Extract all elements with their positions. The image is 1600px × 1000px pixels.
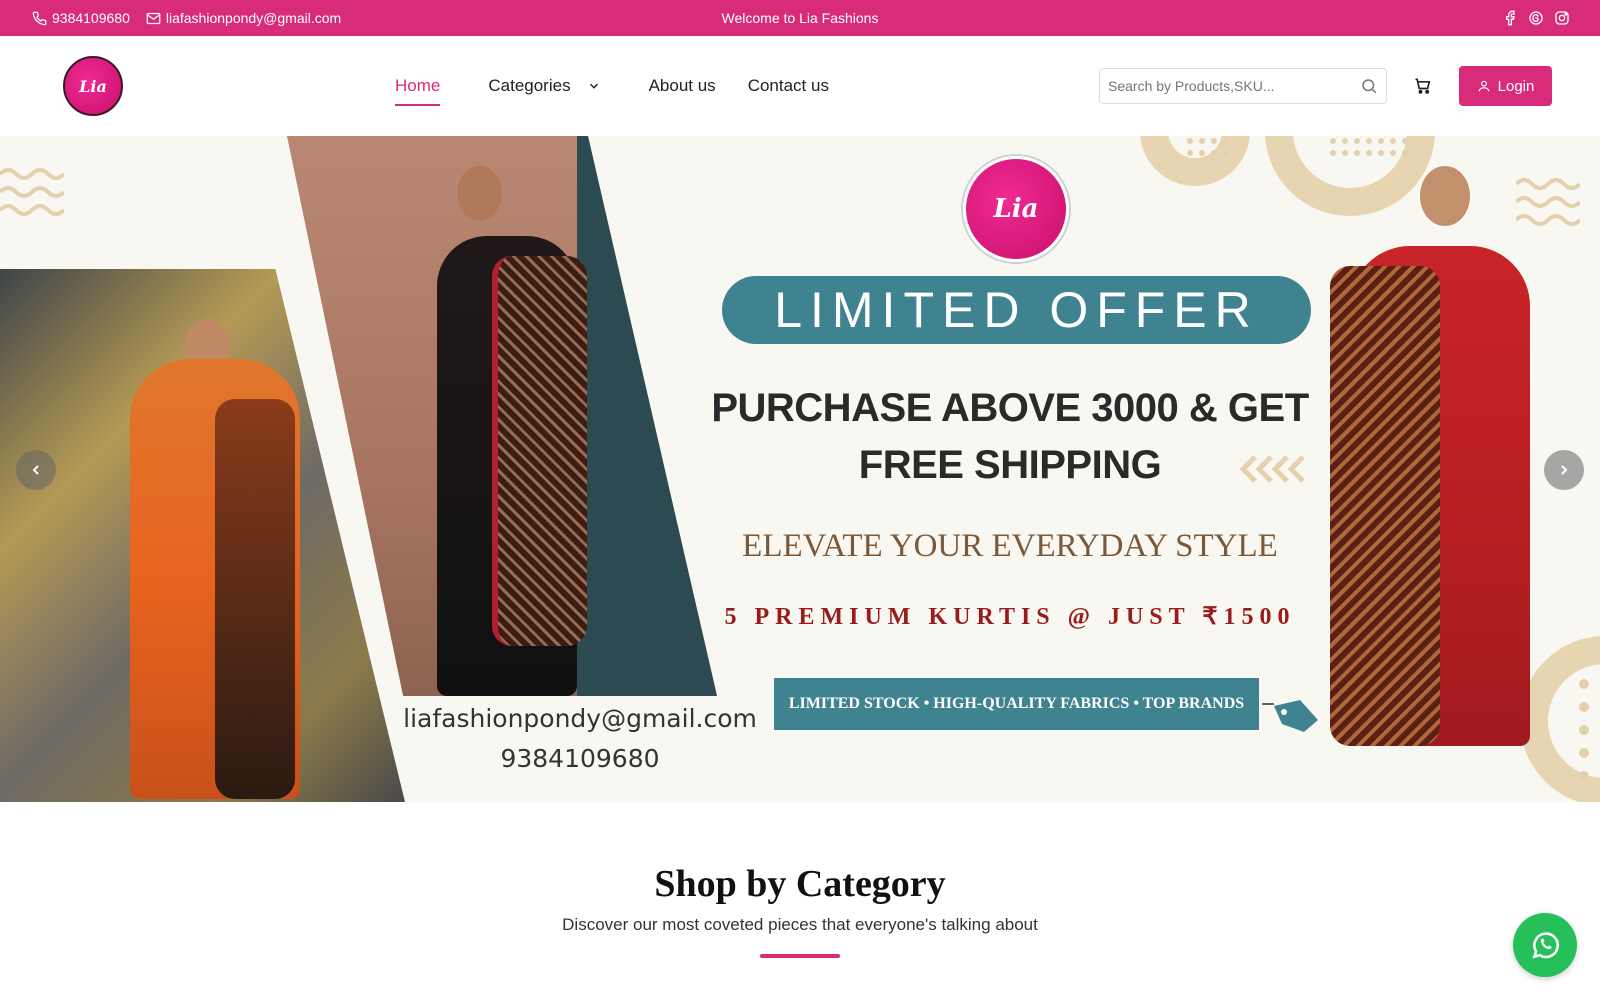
hero-banner: liafashionpondy@gmail.com 9384109680 Lia… bbox=[0, 136, 1600, 802]
welcome-message: Welcome to Lia Fashions bbox=[721, 10, 879, 26]
phone-link[interactable]: 9384109680 bbox=[32, 10, 130, 26]
section-subtitle: Discover our most coveted pieces that ev… bbox=[562, 915, 1038, 934]
chevrons-decoration bbox=[1239, 455, 1305, 483]
nav-home-label: Home bbox=[395, 76, 441, 95]
phone-text: 9384109680 bbox=[52, 10, 130, 26]
nav-about-label: About us bbox=[648, 76, 716, 95]
dots-decoration bbox=[1579, 679, 1589, 781]
offer-text: LIMITED OFFER bbox=[774, 282, 1259, 338]
login-label: Login bbox=[1497, 77, 1535, 95]
email-link[interactable]: liafashionpondy@gmail.com bbox=[146, 10, 341, 26]
user-icon bbox=[1478, 80, 1489, 92]
search-icon[interactable] bbox=[1360, 77, 1378, 95]
contact-info: 9384109680 liafashionpondy@gmail.com bbox=[32, 0, 341, 36]
banner-logo: Lia bbox=[963, 156, 1069, 262]
model-dupatta bbox=[215, 399, 295, 799]
premium-offer: 5 PREMIUM KURTIS @ JUST ₹1500 bbox=[724, 604, 1296, 630]
section-title: Shop by Category bbox=[654, 863, 946, 905]
model-head bbox=[457, 166, 502, 221]
wave-decoration bbox=[0, 168, 64, 216]
chevron-left-icon bbox=[32, 465, 39, 475]
nav-categories-label: Categories bbox=[488, 76, 571, 95]
model-shawl bbox=[1330, 266, 1440, 746]
main-nav: Home Categories About us Contact us bbox=[395, 36, 861, 136]
chevron-down-icon bbox=[589, 83, 598, 89]
main-header: Lia Home Categories About us Contact us … bbox=[0, 36, 1600, 136]
whatsapp-icon bbox=[1532, 932, 1560, 959]
logo-text: Lia bbox=[79, 76, 107, 96]
carousel-next-button[interactable] bbox=[1544, 450, 1584, 490]
dots-decoration bbox=[1187, 138, 1229, 156]
instagram-icon[interactable] bbox=[1554, 10, 1570, 26]
model-shawl bbox=[492, 256, 587, 646]
banner-logo-text: Lia bbox=[993, 194, 1039, 224]
banner-email: liafashionpondy@gmail.com bbox=[403, 704, 757, 733]
section-divider bbox=[760, 954, 840, 958]
chevron-right-icon bbox=[1561, 465, 1568, 475]
social-links bbox=[1502, 0, 1570, 36]
cart-icon[interactable] bbox=[1413, 76, 1433, 96]
email-text: liafashionpondy@gmail.com bbox=[165, 10, 342, 26]
search-box bbox=[1099, 68, 1387, 104]
stock-text: LIMITED STOCK • HIGH-QUALITY FABRICS • T… bbox=[788, 695, 1245, 712]
site-logo[interactable]: Lia bbox=[63, 56, 123, 116]
top-bar: 9384109680 liafashionpondy@gmail.com Wel… bbox=[0, 0, 1600, 36]
model-head bbox=[1420, 166, 1470, 226]
carousel-prev-button[interactable] bbox=[16, 450, 56, 490]
nav-about[interactable]: About us bbox=[649, 76, 716, 96]
nav-contact[interactable]: Contact us bbox=[748, 76, 829, 96]
nav-contact-label: Contact us bbox=[747, 76, 829, 95]
login-button[interactable]: Login bbox=[1459, 66, 1552, 106]
limited-offer-pill: LIMITED OFFER bbox=[722, 276, 1311, 344]
facebook-icon[interactable] bbox=[1502, 10, 1518, 26]
nav-home[interactable]: Home bbox=[395, 76, 441, 106]
search-input[interactable] bbox=[1108, 78, 1360, 94]
banner-tagline: ELEVATE YOUR EVERYDAY STYLE bbox=[742, 528, 1278, 564]
whatsapp-button[interactable] bbox=[1513, 913, 1577, 977]
stock-strip: LIMITED STOCK • HIGH-QUALITY FABRICS • T… bbox=[774, 678, 1259, 730]
nav-categories[interactable]: Categories bbox=[488, 76, 600, 96]
banner-phone: 9384109680 bbox=[500, 744, 660, 773]
mail-icon bbox=[146, 12, 161, 24]
threads-icon[interactable] bbox=[1528, 10, 1544, 26]
headline-line1: PURCHASE ABOVE 3000 & GET bbox=[711, 386, 1309, 430]
phone-icon bbox=[32, 11, 47, 25]
